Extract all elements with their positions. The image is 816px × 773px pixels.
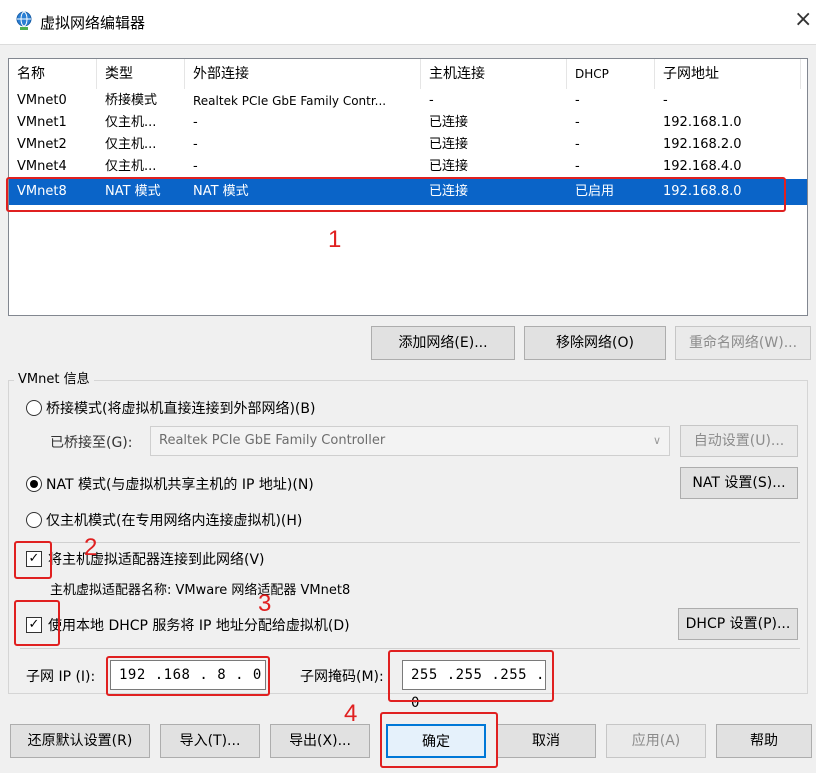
import-button[interactable]: 导入(T)... [160,724,260,758]
annotation-box-4 [380,712,498,768]
cell-name: VMnet1 [17,115,67,130]
rename-network-button[interactable]: 重命名网络(W)... [675,326,811,360]
apply-button[interactable]: 应用(A) [606,724,706,758]
vmnet-info-label: VMnet 信息 [14,368,94,387]
table-row[interactable]: VMnet1 仅主机... - 已连接 - 192.168.1.0 [9,113,807,133]
add-network-button[interactable]: 添加网络(E)... [371,326,515,360]
table-row[interactable]: VMnet4 仅主机... - 已连接 - 192.168.4.0 [9,157,807,177]
cell-subnet: 192.168.4.0 [663,159,742,174]
help-button[interactable]: 帮助 [716,724,812,758]
cell-type: 仅主机... [105,137,157,152]
column-header-name[interactable]: 名称 [9,59,97,89]
connect-adapter-label[interactable]: 将主机虚拟适配器连接到此网络(V) [48,549,265,569]
subnet-ip-label: 子网 IP (I): [26,669,96,685]
divider [20,542,800,543]
table-row[interactable]: VMnet2 仅主机... - 已连接 - 192.168.2.0 [9,135,807,155]
column-header-subnet[interactable]: 子网地址 [655,59,801,89]
column-header-host[interactable]: 主机连接 [421,59,567,89]
remove-network-button[interactable]: 移除网络(O) [524,326,666,360]
cell-type: 桥接模式 [105,93,158,108]
annotation-box-mask [388,650,554,702]
annotation-number-1: 1 [328,226,342,253]
column-header-dhcp[interactable]: DHCP [567,59,655,89]
cell-host: - [429,93,434,108]
adapter-name-label: 主机虚拟适配器名称: VMware 网络适配器 VMnet8 [50,583,351,598]
cell-subnet: - [663,93,668,108]
cancel-button[interactable]: 取消 [496,724,596,758]
cell-host: 已连接 [429,137,469,152]
nat-radio[interactable] [26,476,42,492]
cell-external: - [193,159,198,174]
export-button[interactable]: 导出(X)... [270,724,370,758]
cell-type: 仅主机... [105,159,157,174]
bridged-to-label: 已桥接至(G): [50,435,133,451]
divider [20,648,800,649]
cell-dhcp: - [575,93,580,108]
cell-type: 仅主机... [105,115,157,130]
nat-label[interactable]: NAT 模式(与虚拟机共享主机的 IP 地址)(N) [46,474,314,494]
title-bar: 虚拟网络编辑器 × [0,0,816,44]
cell-name: VMnet4 [17,159,67,174]
host-only-label[interactable]: 仅主机模式(在专用网络内连接虚拟机)(H) [46,510,302,530]
annotation-box-1 [6,177,786,212]
cell-subnet: 192.168.2.0 [663,137,742,152]
cell-host: 已连接 [429,115,469,130]
bridged-label[interactable]: 桥接模式(将虚拟机直接连接到外部网络)(B) [46,398,315,418]
window-title: 虚拟网络编辑器 [40,14,146,32]
subnet-mask-label: 子网掩码(M): [300,669,384,685]
bridged-radio[interactable] [26,400,42,416]
annotation-box-ip [106,656,270,696]
cell-name: VMnet0 [17,93,67,108]
cell-dhcp: - [575,137,580,152]
cell-name: VMnet2 [17,137,67,152]
cell-external: - [193,115,198,130]
restore-defaults-button[interactable]: 还原默认设置(R) [10,724,150,758]
cell-external: - [193,137,198,152]
cell-dhcp: - [575,115,580,130]
close-icon[interactable]: × [794,8,812,32]
cell-external: Realtek PCIe GbE Family Contr... [193,94,387,108]
annotation-number-2: 2 [84,534,98,561]
column-header-external[interactable]: 外部连接 [185,59,421,89]
cell-dhcp: - [575,159,580,174]
annotation-number-4: 4 [344,700,358,727]
nat-settings-button[interactable]: NAT 设置(S)... [680,467,798,499]
dhcp-label[interactable]: 使用本地 DHCP 服务将 IP 地址分配给虚拟机(D) [48,615,350,635]
cell-host: 已连接 [429,159,469,174]
chevron-down-icon: ∨ [652,434,661,447]
host-only-radio[interactable] [26,512,42,528]
bridged-to-select[interactable]: Realtek PCIe GbE Family Controller ∨ [150,426,670,456]
dhcp-settings-button[interactable]: DHCP 设置(P)... [678,608,798,640]
cell-subnet: 192.168.1.0 [663,115,742,130]
bridged-to-value: Realtek PCIe GbE Family Controller [159,433,386,448]
column-header-type[interactable]: 类型 [97,59,185,89]
annotation-box-2 [14,541,52,579]
annotation-box-3 [14,600,60,646]
annotation-number-3: 3 [258,590,272,617]
auto-settings-button[interactable]: 自动设置(U)... [680,425,798,457]
globe-network-icon [16,11,32,30]
table-row[interactable]: VMnet0 桥接模式 Realtek PCIe GbE Family Cont… [9,91,807,111]
